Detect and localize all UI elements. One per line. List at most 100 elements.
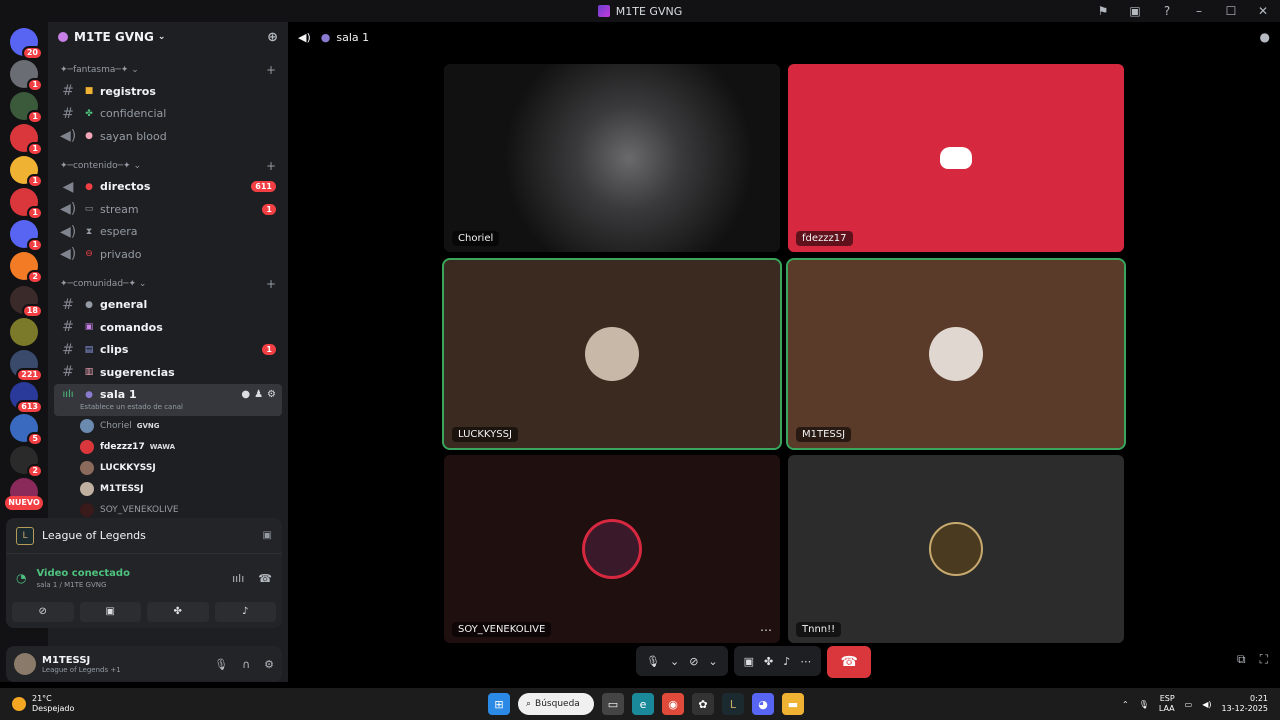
- camera-off-button[interactable]: ⊘: [12, 602, 74, 622]
- voice-user[interactable]: M1TESSJ: [76, 479, 282, 500]
- popout-icon[interactable]: ⧉: [1237, 652, 1246, 667]
- video-tile[interactable]: M1TESSJ: [786, 258, 1126, 450]
- hang-up-button[interactable]: ☎: [827, 646, 872, 678]
- user-name[interactable]: M1TESSJ: [42, 655, 121, 666]
- video-tile[interactable]: Choriel: [444, 64, 780, 252]
- screen-icon[interactable]: ▣: [1126, 4, 1144, 18]
- activities-button[interactable]: ✤: [147, 602, 209, 622]
- mic-control[interactable]: 🎙︎ ⌄ ⊘ ⌄: [636, 646, 728, 676]
- guild-header[interactable]: M1TE GVNG ⌄ ⊕: [48, 22, 288, 52]
- league-icon[interactable]: L: [722, 693, 744, 715]
- help-icon[interactable]: ?: [1158, 4, 1176, 18]
- server-icon[interactable]: 18: [10, 286, 43, 318]
- video-tile[interactable]: fdezzz17: [788, 64, 1124, 252]
- server-icon[interactable]: 1: [10, 124, 43, 156]
- channel-privado[interactable]: ◀) ⊖ privado: [54, 243, 282, 266]
- more-icon[interactable]: ⋯: [800, 655, 811, 668]
- new-badge[interactable]: NUEVO: [5, 496, 43, 510]
- action-controls[interactable]: ▣ ✤ ♪ ⋯: [733, 646, 822, 676]
- add-channel-icon[interactable]: +: [266, 63, 276, 77]
- channel-confidencial[interactable]: # ✤ confidencial: [54, 103, 282, 126]
- soundboard-button[interactable]: ♪: [214, 602, 276, 622]
- file-explorer-icon[interactable]: ▬: [782, 693, 804, 715]
- close-button[interactable]: ✕: [1254, 4, 1272, 18]
- server-icon[interactable]: [10, 318, 38, 346]
- chrome-icon[interactable]: ◉: [662, 693, 684, 715]
- weather-widget[interactable]: 21°C Despejado: [12, 694, 74, 714]
- channel-status[interactable]: Establece un estado de canal: [80, 403, 183, 411]
- add-member-icon[interactable]: ♟: [254, 389, 263, 400]
- channel-general[interactable]: # ● general: [54, 294, 282, 317]
- video-tile[interactable]: LUCKKYSSJ: [442, 258, 782, 450]
- channel-comandos[interactable]: # ▣ comandos: [54, 316, 282, 339]
- server-icon[interactable]: 2: [10, 252, 43, 284]
- chat-icon[interactable]: ●: [1260, 30, 1270, 44]
- noise-suppression-icon[interactable]: ıılı: [232, 572, 244, 585]
- microphone-icon[interactable]: 🎙︎: [646, 655, 660, 668]
- server-icon[interactable]: 2: [10, 446, 43, 478]
- microphone-icon[interactable]: 🎙︎: [214, 658, 228, 671]
- activities-icon[interactable]: ✤: [764, 655, 773, 668]
- openai-icon[interactable]: ✿: [692, 693, 714, 715]
- add-channel-icon[interactable]: +: [266, 277, 276, 291]
- category-comunidad[interactable]: ✦─ comunidad ─✦ ⌄ +: [48, 274, 288, 294]
- settings-icon[interactable]: ⚙: [267, 389, 276, 400]
- avatar[interactable]: [14, 653, 36, 675]
- voice-status-title[interactable]: Video conectado: [36, 568, 129, 579]
- server-icon[interactable]: 1: [10, 156, 43, 188]
- channel-clips[interactable]: # ▤ clips 1: [54, 339, 282, 362]
- discord-icon[interactable]: ◕: [752, 693, 774, 715]
- signal-icon[interactable]: ◔: [16, 571, 26, 585]
- more-icon[interactable]: ⋯: [760, 623, 772, 637]
- video-tile[interactable]: Tnnn!!: [788, 455, 1124, 643]
- language-indicator[interactable]: ESP LAA: [1159, 694, 1175, 714]
- volume-icon[interactable]: ◀): [1202, 700, 1211, 709]
- settings-icon[interactable]: ⚙: [264, 658, 274, 671]
- inbox-icon[interactable]: ⚑: [1094, 4, 1112, 18]
- activity-row[interactable]: L League of Legends ▣: [6, 518, 282, 554]
- network-icon[interactable]: ▭: [1185, 700, 1193, 709]
- channel-stream[interactable]: ◀) ▭ stream 1: [54, 198, 282, 221]
- server-icon[interactable]: 1: [10, 60, 43, 92]
- headphones-icon[interactable]: ∩: [242, 658, 250, 671]
- channel-espera[interactable]: ◀) ⧗ espera: [54, 221, 282, 244]
- voice-user[interactable]: LUCKKYSSJ: [76, 458, 282, 479]
- clock[interactable]: 0:21 13-12-2025: [1222, 694, 1269, 714]
- search-box[interactable]: ⌕ Búsqueda: [518, 693, 594, 715]
- server-icon[interactable]: 1: [10, 188, 43, 220]
- channel-sugerencias[interactable]: # ▥ sugerencias: [54, 361, 282, 384]
- channel-sala-1[interactable]: ıılı ● sala 1 ● ♟ ⚙ Establece un estado …: [54, 383, 282, 416]
- category-fantasma[interactable]: ✦─ fantasma ─✦ ⌄ +: [48, 60, 288, 80]
- server-icon[interactable]: 221: [10, 350, 43, 382]
- category-contenido[interactable]: ✦─ contenido ─✦ ⌄ +: [48, 156, 288, 176]
- share-screen-icon[interactable]: ▣: [744, 655, 754, 668]
- disconnect-icon[interactable]: ☎: [258, 572, 272, 585]
- channel-directos[interactable]: ◀ ● directos 611: [54, 176, 282, 199]
- camera-off-icon[interactable]: ⊘: [689, 655, 698, 668]
- video-tile[interactable]: SOY_VENEKOLIVE ⋯: [444, 455, 780, 643]
- chat-icon[interactable]: ●: [241, 389, 250, 400]
- voice-user[interactable]: Choriel GVNG: [76, 416, 282, 437]
- channel-sayan-blood[interactable]: ◀) ● sayan blood: [54, 125, 282, 148]
- windows-start-icon[interactable]: ⊞: [488, 693, 510, 715]
- invite-icon[interactable]: ⊕: [267, 30, 278, 45]
- fullscreen-icon[interactable]: ⛶: [1260, 652, 1268, 667]
- soundboard-icon[interactable]: ♪: [783, 655, 790, 668]
- chevron-down-icon[interactable]: ⌄: [708, 655, 717, 668]
- server-icon[interactable]: 613: [10, 382, 43, 414]
- server-icon[interactable]: 20: [10, 28, 43, 60]
- voice-user[interactable]: fdezzz17 WAWA: [76, 437, 282, 458]
- minimize-button[interactable]: –: [1190, 4, 1208, 18]
- task-view-icon[interactable]: ▭: [602, 693, 624, 715]
- screen-share-icon[interactable]: ▣: [263, 530, 272, 541]
- server-icon[interactable]: 1: [10, 92, 43, 124]
- share-screen-button[interactable]: ▣: [79, 602, 141, 622]
- add-channel-icon[interactable]: +: [266, 159, 276, 173]
- microphone-icon[interactable]: 🎙︎: [1139, 700, 1149, 709]
- chevron-down-icon[interactable]: ⌄: [670, 655, 679, 668]
- edge-icon[interactable]: e: [632, 693, 654, 715]
- server-icon[interactable]: 5: [10, 414, 43, 446]
- channel-registros[interactable]: # ■ registros: [54, 80, 282, 103]
- maximize-button[interactable]: ☐: [1222, 4, 1240, 18]
- chevron-up-icon[interactable]: ⌃: [1122, 700, 1129, 709]
